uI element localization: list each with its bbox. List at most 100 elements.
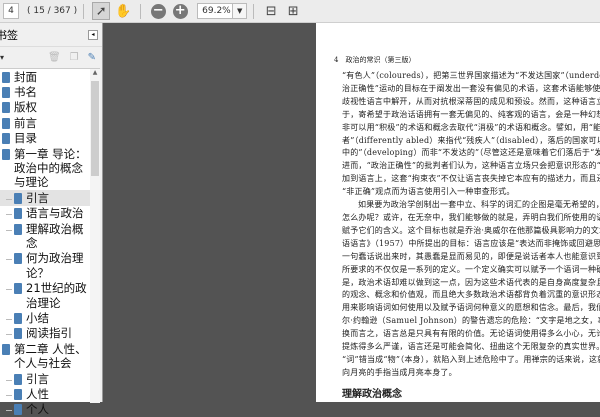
bookmark-icon — [14, 208, 22, 220]
bookmark-label: 书名 — [14, 84, 37, 99]
hand-tool-button[interactable]: ✋ — [114, 2, 132, 20]
divider — [83, 3, 85, 19]
expand-bookmark-icon[interactable]: ✎ — [88, 52, 96, 63]
text-line: 赋予它们的含义。这个目标也就是乔治·奥威尔在他那篇极具影响力的文章《政治与英 — [342, 225, 600, 235]
bookmark-label: 引言 — [26, 190, 49, 205]
zoom-in-button[interactable]: + — [171, 2, 189, 20]
options-menu-icon[interactable]: ▾ — [0, 53, 4, 62]
bookmark-item[interactable]: 何为政治理论？ — [0, 251, 100, 281]
bookmark-label: 何为政治理论？ — [26, 251, 84, 280]
zoom-out-button[interactable]: − — [149, 2, 167, 20]
text-line: 怎么办呢？或许，在无奈中，我们能够做的就是，弄明白我们所使用的语词以及我们 — [342, 212, 600, 222]
text-line: 如果要为政治学创制出一套中立、科学的词汇的企图是毫无希望的，那么我们又应该 — [358, 200, 600, 210]
bookmark-icon — [2, 343, 10, 355]
select-tool-button[interactable]: ➚ — [92, 2, 111, 20]
bookmark-item[interactable]: 书名 — [0, 84, 100, 99]
bookmark-item[interactable]: 第一章 导论：政治中的概念与理论 — [0, 146, 100, 190]
minus-icon: − — [150, 3, 166, 19]
text-line: 治正确性”运动的目标在于阐发出一套没有偏见的术语，这套术语能够使政治论辩和社会生… — [342, 83, 600, 93]
bookmark-item[interactable]: 引言 — [0, 190, 100, 206]
text-line: 的观念、概念和价值观，而且绝大多数政治术语都背负着沉重的意识形态包袱。即便 — [342, 290, 600, 300]
text-line: 进而，“政治正确性”的批判者们认为，这种语言立场只会把意识形态的“拘束衣”强 — [342, 161, 600, 171]
bookmark-icon — [14, 283, 22, 295]
bookmark-item[interactable]: 目录 — [0, 131, 100, 146]
scroll-thumb[interactable] — [91, 81, 99, 176]
toolbar: 4 ( 15 / 367 ) ➚ ✋ − + 69.2% ▼ ⊟ ⊞ — [0, 0, 600, 23]
divider — [253, 3, 255, 19]
running-head: 4 政治的常识（第三版） — [334, 56, 416, 64]
bookmark-label: 阅读指引 — [26, 326, 72, 341]
pdf-page: 4 政治的常识（第三版） “有色人”（coloureds），把第三世界国家描述为… — [316, 23, 600, 402]
bookmark-icon — [14, 373, 22, 385]
text-line: 于，寄希望于政治话语拥有一套无偏见的、纯客观的语言，会是一种幻想。充其量，人们 — [342, 109, 600, 119]
fit-page-icon: ⊞ — [287, 3, 299, 19]
divider — [140, 3, 142, 19]
fit-width-button[interactable]: ⊟ — [262, 2, 280, 20]
page-body: “有色人”（coloureds），把第三世界国家描述为“不发达国家”（under… — [342, 70, 600, 380]
text-line: 者”（differently abled）来指代“残疾人”（disabled），… — [342, 135, 600, 145]
text-line: 向月亮的手指当成月亮本身了。 — [342, 367, 457, 377]
hand-icon: ✋ — [115, 3, 132, 19]
bookmark-item[interactable]: 第二章 人性、个人与社会 — [0, 341, 100, 371]
text-line: 用来影响语词如何使用以及赋予语词何种意义的愿想和信念。最后，我们还有把塞缪 — [342, 303, 600, 313]
bookmark-icon — [14, 223, 22, 235]
fit-page-button[interactable]: ⊞ — [284, 2, 302, 20]
bookmarks-panel: 书签 ◂ ▾ 🗑 ❐ ✎ 封面 书名 版权 前言 目录 第一章 导论：政治中的概念与理论 引言… — [0, 23, 103, 416]
bookmark-label: 人性 — [26, 387, 49, 402]
fit-width-icon: ⊟ — [265, 3, 277, 19]
zoom-dropdown-button[interactable]: ▼ — [233, 3, 248, 19]
bookmark-item[interactable]: 小结 — [0, 311, 100, 326]
text-line: 换而言之，语言总是只具有有限的价值。无论语词使用得多么小心，无论语词的含义 — [342, 329, 600, 339]
text-line: “词”错当成“物”（本身），就陷入到上述危险中了。用禅宗的话来说，这就好比把指 — [342, 354, 600, 364]
bookmark-icon — [2, 117, 10, 129]
bookmark-icon — [2, 86, 10, 98]
text-line: 语语言》（1957）中所提出的目标：语言应该是“表达而非掩饰或回避思想的工具”。… — [342, 238, 600, 248]
new-bookmark-icon[interactable]: ❐ — [70, 52, 79, 63]
bookmark-icon — [14, 313, 22, 324]
bookmark-icon — [14, 328, 22, 340]
bookmark-label: 前言 — [14, 115, 37, 130]
panel-title: 书签 — [0, 28, 18, 42]
bookmark-item[interactable]: 语言与政治 — [0, 206, 100, 221]
cursor-icon: ➚ — [95, 3, 107, 19]
bookmark-item[interactable]: 封面 — [0, 69, 100, 84]
bookmark-item[interactable]: 引言 — [0, 371, 100, 386]
scrollbar[interactable]: ▲ — [90, 69, 100, 403]
bookmark-icon — [14, 389, 22, 401]
plus-icon: + — [172, 3, 188, 19]
bookmark-icon — [14, 192, 22, 204]
text-line: 是，政治术语却难以做到这一点，因为这些术语代表的是自身高度复杂且往往极具争议 — [342, 277, 600, 287]
text-line: 加到语言上，这套“拘束衣”不仅让语言丧失掉它本应有的描述力，而且还要拒绝表达 — [342, 174, 600, 184]
bookmark-label: 个人 — [26, 402, 49, 417]
bookmark-item[interactable]: 人性 — [0, 387, 100, 402]
bookmark-item[interactable]: 版权 — [0, 100, 100, 115]
bookmark-icon — [14, 253, 22, 265]
bookmark-icon — [2, 102, 10, 114]
bookmark-icon — [2, 148, 10, 160]
bookmark-label: 21世纪的政治理论 — [26, 281, 87, 310]
bookmark-label: 小结 — [26, 311, 49, 325]
collapse-panel-button[interactable]: ◂ — [88, 29, 98, 40]
delete-icon[interactable]: 🗑 — [48, 52, 61, 63]
text-line: “非正确”观点而为语言使用引入一种审查形式。 — [342, 187, 515, 197]
bookmark-label: 版权 — [14, 100, 37, 115]
zoom-level-input[interactable]: 69.2% — [197, 3, 234, 19]
bookmark-label: 目录 — [14, 131, 37, 146]
bookmark-item[interactable]: 阅读指引 — [0, 326, 100, 341]
page-number-input[interactable]: 4 — [3, 3, 19, 19]
bookmark-tree: 封面 书名 版权 前言 目录 第一章 导论：政治中的概念与理论 引言 语言与政治 理解政治概念何… — [0, 68, 100, 416]
bookmark-item[interactable]: 21世纪的政治理论 — [0, 281, 100, 311]
chevron-down-icon: ▼ — [236, 7, 243, 15]
bookmark-icon — [2, 133, 10, 145]
bookmark-item[interactable]: 理解政治概念 — [0, 221, 100, 251]
text-line: 提炼得多么严谨，语言还是可能会简化、扭曲这个无限复杂的真实世界。如果我们把 — [342, 342, 600, 352]
scroll-up-icon[interactable]: ▲ — [90, 69, 100, 76]
text-line: 非可以用“积极”的术语和概念去取代“消极”的术语和概念。譬如，用“能力有差异的人 — [342, 122, 600, 132]
bookmark-label: 理解政治概念 — [26, 221, 84, 250]
text-line: 中的”（developing）而非“不发达的”（尽管这还是意味着它们落后于“发达… — [342, 148, 600, 158]
bookmark-item[interactable]: 个人 — [0, 402, 100, 417]
text-line: “有色人”（coloureds），把第三世界国家描述为“不发达国家”（under… — [342, 71, 600, 80]
text-line: 一句蠢话说出来时，其愚蠢是显而易见的，即便是说话者本人也能意识到。然而，这 — [342, 251, 600, 261]
bookmark-item[interactable]: 前言 — [0, 115, 100, 130]
text-line: 歧视性语言中解开，从而对抗根深蒂固的成见和预设。然而，这种语言立场的困难之处在 — [342, 96, 600, 106]
